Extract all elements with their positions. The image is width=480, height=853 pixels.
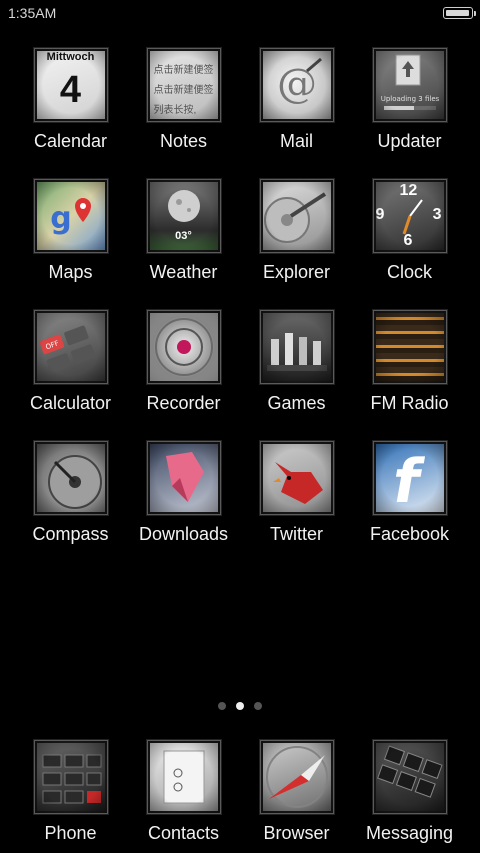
notes-line: 列表长按, — [153, 105, 197, 116]
app-label: FM Radio — [370, 393, 449, 413]
svg-text:g: g — [50, 201, 71, 236]
twitter-icon — [259, 441, 334, 515]
recorder-icon — [146, 310, 221, 384]
app-label: Calculator — [29, 393, 112, 413]
updater-text: Uploading 3 files — [380, 95, 439, 103]
app-downloads[interactable]: Downloads — [127, 441, 240, 548]
browser-icon — [259, 740, 334, 814]
app-label: Mail — [279, 131, 313, 151]
facebook-icon: f — [372, 441, 447, 515]
maps-icon: g — [33, 179, 108, 253]
contact-card-icon — [163, 750, 204, 804]
app-label: Recorder — [146, 393, 221, 413]
downloads-icon — [146, 441, 221, 515]
dock-contacts[interactable]: Contacts — [127, 740, 240, 847]
app-maps[interactable]: g Maps — [14, 179, 127, 286]
calendar-date: 4 — [59, 68, 82, 111]
app-label: Games — [267, 393, 326, 413]
download-arrow-icon — [165, 452, 204, 502]
page-indicator[interactable] — [0, 702, 480, 710]
keyboard-icon — [376, 745, 443, 798]
map-pin-icon: g — [50, 198, 91, 236]
notes-line: 点击新建便签 — [153, 65, 214, 76]
calendar-weekday: Mittwoch — [46, 51, 95, 63]
app-label: Downloads — [138, 524, 229, 544]
app-calculator[interactable]: OFF Calculator — [14, 310, 127, 417]
upload-icon: Uploading 3 files — [380, 54, 439, 110]
hard-drive-icon — [263, 192, 326, 243]
page-dot[interactable] — [218, 702, 226, 710]
fm-radio-icon — [372, 310, 447, 384]
compass-icon — [33, 441, 108, 515]
app-label: Phone — [44, 823, 97, 843]
app-label: Updater — [377, 131, 442, 151]
app-twitter[interactable]: Twitter — [240, 441, 353, 548]
app-label: Explorer — [262, 262, 331, 282]
games-icon — [259, 310, 334, 384]
keypad-icon — [42, 754, 101, 804]
updater-icon: Uploading 3 files — [372, 48, 447, 122]
app-mail[interactable]: @ Mail — [240, 48, 353, 155]
page-dot[interactable] — [254, 702, 262, 710]
app-label: Calendar — [33, 131, 108, 151]
status-bar: 1:35AM — [0, 0, 480, 28]
dock-messaging[interactable]: Messaging — [353, 740, 466, 847]
compass-needle-icon — [265, 746, 328, 808]
app-label: Browser — [263, 823, 330, 843]
dock: Phone Contacts Browser Messaging — [14, 740, 466, 847]
battery-icon — [443, 7, 476, 19]
calculator-icon: OFF — [33, 310, 108, 384]
contacts-icon — [146, 740, 221, 814]
chess-pieces-icon — [266, 333, 327, 371]
app-label: Notes — [159, 131, 208, 151]
battery-level — [446, 10, 469, 16]
app-compass[interactable]: Compass — [14, 441, 127, 548]
app-recorder[interactable]: Recorder — [127, 310, 240, 417]
cardinal-bird-icon — [272, 462, 323, 504]
app-weather[interactable]: 03° Weather — [127, 179, 240, 286]
app-grid: Mittwoch 4 Calendar 点击新建便签 点击新建便签 列表长按, … — [14, 48, 466, 548]
notes-line: 点击新建便签 — [153, 85, 214, 96]
page-dot[interactable] — [236, 702, 244, 710]
mail-icon: @ — [259, 48, 334, 122]
calculator-keys-icon: OFF — [39, 325, 95, 373]
app-explorer[interactable]: Explorer — [240, 179, 353, 286]
app-calendar[interactable]: Mittwoch 4 Calendar — [14, 48, 127, 155]
clock-icon: 12 9 3 6 — [372, 179, 447, 253]
app-fm-radio[interactable]: FM Radio — [353, 310, 466, 417]
explorer-icon — [259, 179, 334, 253]
app-games[interactable]: Games — [240, 310, 353, 417]
clock-hands-icon — [402, 199, 423, 235]
app-updater[interactable]: Uploading 3 files Updater — [353, 48, 466, 155]
app-label: Clock — [386, 262, 432, 282]
app-label: Messaging — [365, 823, 454, 843]
status-time: 1:35AM — [8, 5, 57, 21]
app-label: Twitter — [269, 524, 323, 544]
app-label: Weather — [149, 262, 218, 282]
compass-dial-icon — [47, 455, 102, 509]
dock-phone[interactable]: Phone — [14, 740, 127, 847]
app-notes[interactable]: 点击新建便签 点击新建便签 列表长按, Notes — [127, 48, 240, 155]
calendar-icon: Mittwoch 4 — [33, 48, 108, 122]
app-label: Contacts — [147, 823, 220, 843]
weather-icon: 03° — [146, 179, 221, 253]
notes-icon: 点击新建便签 点击新建便签 列表长按, — [146, 48, 221, 122]
weather-temperature: 03° — [175, 230, 192, 242]
phone-icon — [33, 740, 108, 814]
at-sign-icon: @ — [277, 57, 322, 107]
app-label: Facebook — [369, 524, 450, 544]
camera-lens-icon — [154, 318, 213, 376]
app-label: Compass — [32, 524, 109, 544]
app-label: Maps — [48, 262, 93, 282]
svg-text:f: f — [387, 447, 426, 514]
app-facebook[interactable]: f Facebook — [353, 441, 466, 548]
messaging-icon — [372, 740, 447, 814]
dock-browser[interactable]: Browser — [240, 740, 353, 847]
facebook-f-icon: f — [387, 447, 426, 514]
app-clock[interactable]: 12 9 3 6 Clock — [353, 179, 466, 286]
